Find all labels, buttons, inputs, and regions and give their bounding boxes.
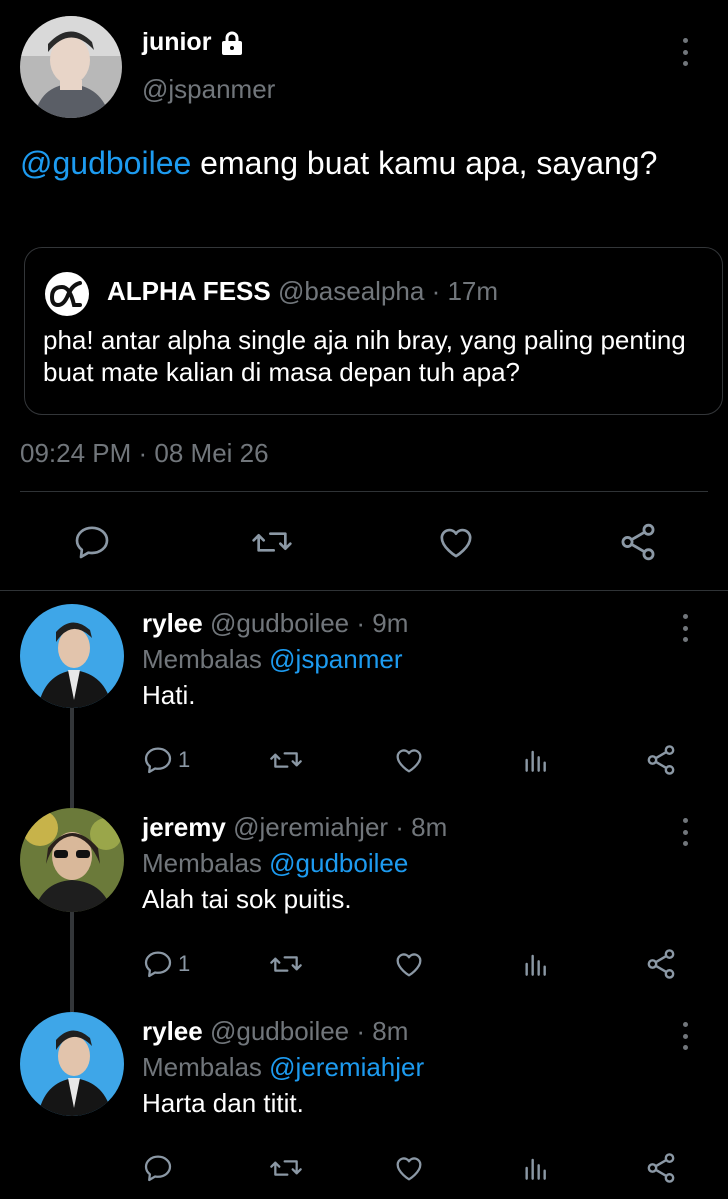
reply-action-bar <box>0 1148 728 1188</box>
more-options-icon[interactable] <box>673 1018 697 1054</box>
avatar[interactable] <box>20 808 124 912</box>
more-options-icon[interactable] <box>673 610 697 646</box>
reply-icon <box>144 747 172 774</box>
quote-author-name: ALPHA FESS <box>107 276 271 306</box>
reply-text: Alah tai sok puitis. <box>142 884 352 914</box>
reply-button[interactable] <box>70 520 114 564</box>
share-button[interactable] <box>644 1148 678 1188</box>
display-name-text[interactable]: junior <box>142 28 211 57</box>
avatar[interactable] <box>20 16 122 118</box>
retweet-icon <box>270 1160 302 1176</box>
retweet-icon <box>270 752 302 768</box>
share-icon <box>647 745 675 775</box>
share-button[interactable] <box>616 520 660 564</box>
like-icon <box>396 1157 422 1181</box>
reply-count: 1 <box>178 747 191 772</box>
more-options-icon[interactable] <box>673 34 697 70</box>
like-button[interactable] <box>392 740 426 780</box>
analytics-button[interactable] <box>520 740 552 780</box>
quote-text: pha! antar alpha single aja nih bray, ya… <box>43 325 686 387</box>
analytics-icon <box>525 750 546 772</box>
replying-to-prefix: Membalas <box>142 1052 270 1082</box>
reply-author-handle[interactable]: @jeremiahjer <box>233 812 388 842</box>
replying-to-prefix: Membalas <box>142 644 270 674</box>
like-icon <box>440 528 472 558</box>
reply-count: 1 <box>178 951 191 976</box>
reply-icon <box>144 951 172 978</box>
like-button[interactable] <box>392 1148 426 1188</box>
tweet-text: @gudboilee emang buat kamu apa, sayang? <box>20 142 700 184</box>
retweet-button[interactable] <box>268 1148 304 1188</box>
tweet-body: emang buat kamu apa, sayang? <box>191 145 658 181</box>
analytics-button[interactable] <box>520 944 552 984</box>
retweet-button[interactable] <box>268 944 304 984</box>
reply-author-name[interactable]: rylee <box>142 1016 203 1046</box>
reply-time: · 8m <box>349 1016 409 1046</box>
reply-tweet[interactable]: rylee @gudboilee · 9m Membalas @jspanmer… <box>0 592 728 796</box>
reply-button[interactable]: 1 <box>142 740 190 780</box>
avatar[interactable] <box>20 1012 124 1116</box>
alpha-logo-icon <box>45 272 89 316</box>
share-icon <box>647 1153 675 1183</box>
replying-to-link[interactable]: @gudboilee <box>269 848 408 878</box>
replying-to-prefix: Membalas <box>142 848 270 878</box>
share-icon <box>647 949 675 979</box>
replying-to: Membalas @jspanmer <box>142 644 402 675</box>
retweet-icon <box>252 532 292 552</box>
reply-header: rylee @gudboilee · 9m <box>142 608 408 639</box>
reply-header: jeremy @jeremiahjer · 8m <box>142 812 447 843</box>
reply-text: Hati. <box>142 680 196 710</box>
quoted-tweet[interactable]: ALPHA FESS @basealpha · 17m pha! antar a… <box>24 247 723 415</box>
analytics-icon <box>525 1158 546 1180</box>
like-button[interactable] <box>434 520 478 564</box>
reply-header: rylee @gudboilee · 8m <box>142 1016 408 1047</box>
replying-to-link[interactable]: @jspanmer <box>269 644 402 674</box>
reply-action-bar: 1 <box>0 944 728 984</box>
lock-icon <box>219 30 245 56</box>
like-icon <box>396 749 422 773</box>
quote-header: ALPHA FESS @basealpha · 17m <box>107 276 498 307</box>
reply-tweet[interactable]: rylee @gudboilee · 8m Membalas @jeremiah… <box>0 1000 728 1199</box>
tweet-timestamp: 09:24 PM · 08 Mei 26 <box>20 438 269 468</box>
divider <box>0 590 728 591</box>
reply-text: Harta dan titit. <box>142 1088 304 1118</box>
analytics-button[interactable] <box>520 1148 552 1188</box>
share-icon <box>621 523 655 561</box>
reply-time: · 8m <box>388 812 448 842</box>
share-button[interactable] <box>644 740 678 780</box>
reply-author-handle[interactable]: @gudboilee <box>210 608 349 638</box>
replying-to: Membalas @gudboilee <box>142 848 408 879</box>
retweet-button[interactable] <box>250 520 294 564</box>
reply-author-name[interactable]: rylee <box>142 608 203 638</box>
retweet-icon <box>270 956 302 972</box>
like-icon <box>396 953 422 977</box>
quote-author-handle: @basealpha <box>277 276 425 306</box>
retweet-button[interactable] <box>268 740 304 780</box>
reply-tweet[interactable]: jeremy @jeremiahjer · 8m Membalas @gudbo… <box>0 796 728 1000</box>
like-button[interactable] <box>392 944 426 984</box>
reply-icon <box>144 1155 172 1182</box>
share-button[interactable] <box>644 944 678 984</box>
replying-to: Membalas @jeremiahjer <box>142 1052 424 1083</box>
display-name[interactable]: junior <box>142 28 245 57</box>
avatar[interactable] <box>20 604 124 708</box>
quote-time: · 17m <box>424 276 499 306</box>
main-tweet: junior @jspanmer @gudboilee emang buat k… <box>0 0 728 590</box>
reply-author-handle[interactable]: @gudboilee <box>210 1016 349 1046</box>
more-options-icon[interactable] <box>673 814 697 850</box>
divider <box>20 491 708 492</box>
reply-button[interactable]: 1 <box>142 944 190 984</box>
reply-time: · 9m <box>349 608 409 638</box>
replying-to-link[interactable]: @jeremiahjer <box>269 1052 424 1082</box>
analytics-icon <box>525 954 546 976</box>
reply-author-name[interactable]: jeremy <box>142 812 226 842</box>
reply-icon <box>75 526 109 559</box>
mention-link[interactable]: @gudboilee <box>20 145 191 181</box>
reply-button[interactable] <box>142 1148 178 1188</box>
user-handle[interactable]: @jspanmer <box>142 74 275 105</box>
reply-action-bar: 1 <box>0 740 728 780</box>
